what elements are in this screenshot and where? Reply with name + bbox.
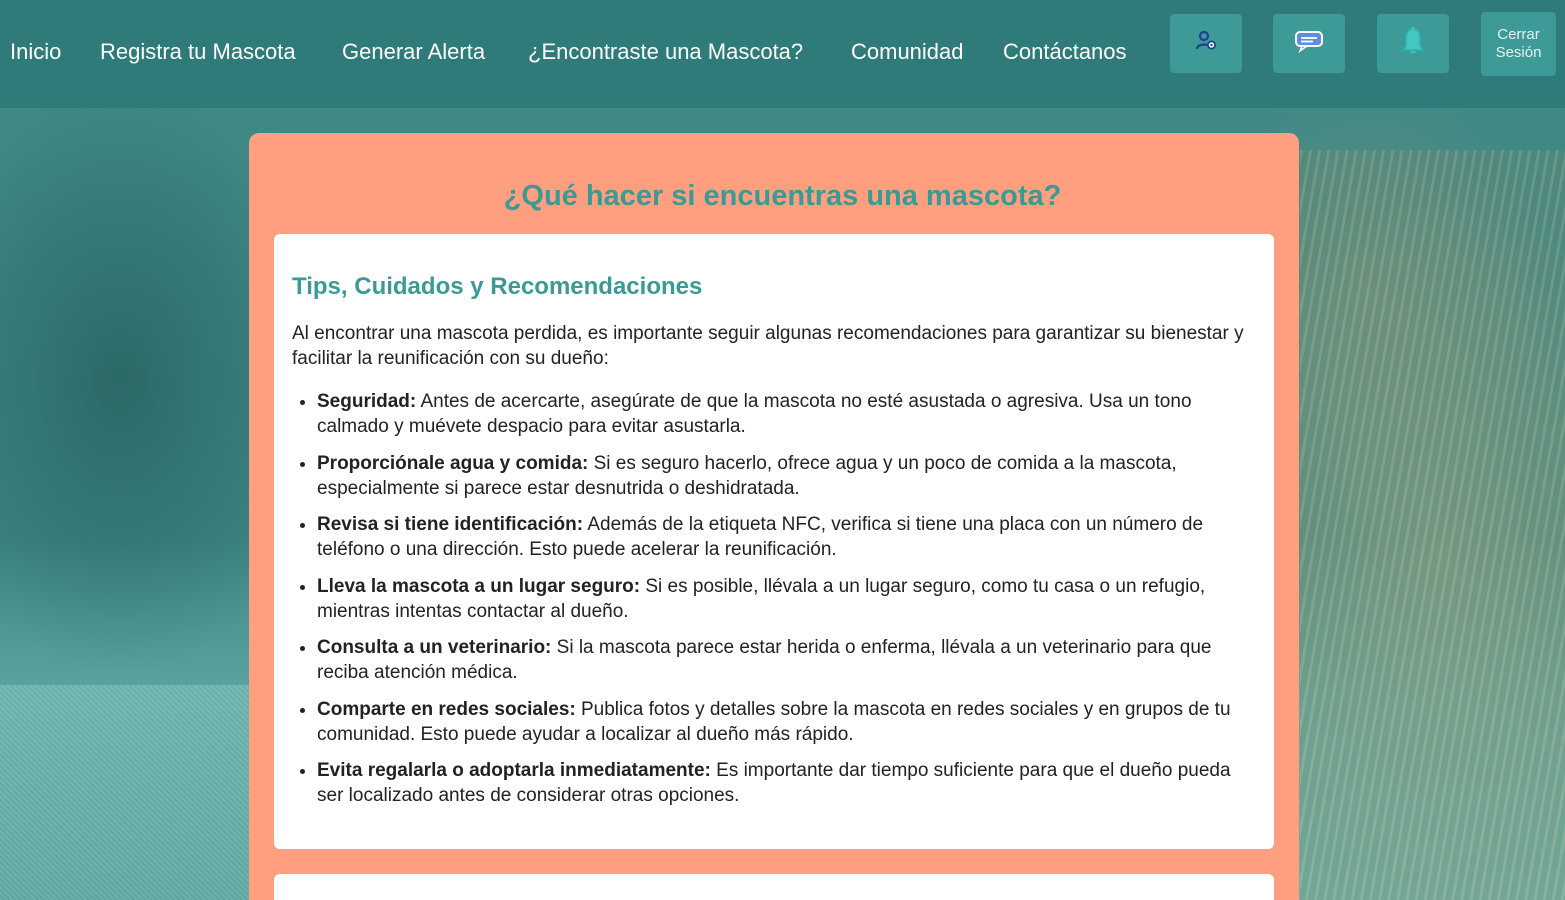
list-item: Seguridad: Antes de acercarte, asegúrate… [317, 389, 1256, 439]
chat-button[interactable] [1273, 14, 1345, 73]
list-item: Consulta a un veterinario: Si la mascota… [317, 635, 1256, 685]
nav-link-comunidad[interactable]: Comunidad [851, 38, 964, 66]
nav-link-encontraste-mascota[interactable]: ¿Encontraste una Mascota? [528, 38, 803, 66]
background-carpet [0, 685, 260, 900]
tip-label: Comparte en redes sociales: [317, 698, 576, 720]
tip-label: Evita regalarla o adoptarla inmediatamen… [317, 760, 711, 781]
user-settings-icon [1194, 29, 1218, 58]
tip-label: Consulta a un veterinario: [317, 637, 552, 658]
bell-icon [1400, 26, 1426, 61]
list-item: Comparte en redes sociales: Publica foto… [317, 697, 1256, 747]
tip-label: Proporciónale agua y comida: [317, 452, 589, 474]
tips-list: Seguridad: Antes de acercarte, asegúrate… [292, 389, 1256, 808]
list-item: Lleva la mascota a un lugar seguro: Si e… [317, 574, 1256, 624]
nav-link-contactanos[interactable]: Contáctanos [1003, 38, 1127, 66]
section-intro: Al encontrar una mascota perdida, es imp… [292, 323, 1244, 369]
tip-label: Revisa si tiene identificación: [317, 514, 584, 535]
next-card [274, 874, 1274, 900]
list-item: Revisa si tiene identificación: Además d… [317, 512, 1256, 562]
section-title: Tips, Cuidados y Recomendaciones [292, 273, 703, 300]
background-dog-fur [1300, 150, 1565, 900]
chat-icon [1294, 29, 1324, 58]
tips-card: Tips, Cuidados y Recomendaciones Al enco… [274, 234, 1274, 849]
nav-link-inicio[interactable]: Inicio [10, 38, 61, 66]
list-item: Proporciónale agua y comida: Si es segur… [317, 451, 1256, 501]
list-item: Evita regalarla o adoptarla inmediatamen… [317, 758, 1256, 808]
tip-label: Lleva la mascota a un lugar seguro: [317, 575, 641, 597]
nav-link-registra-mascota[interactable]: Registra tu Mascota [100, 38, 296, 66]
tip-text: Antes de acercarte, asegúrate de que la … [317, 391, 1192, 437]
page-title: ¿Qué hacer si encuentras una mascota? [503, 180, 1062, 212]
profile-button[interactable] [1170, 14, 1242, 73]
logout-label-line2: Sesión [1495, 44, 1542, 61]
logout-button[interactable]: Cerrar Sesión [1481, 12, 1556, 76]
logout-label-line1: Cerrar [1497, 26, 1540, 43]
top-navbar: Inicio Registra tu Mascota Generar Alert… [0, 0, 1565, 108]
tip-label: Seguridad: [317, 391, 417, 412]
nav-link-generar-alerta[interactable]: Generar Alerta [342, 38, 485, 66]
notifications-button[interactable] [1377, 14, 1449, 73]
